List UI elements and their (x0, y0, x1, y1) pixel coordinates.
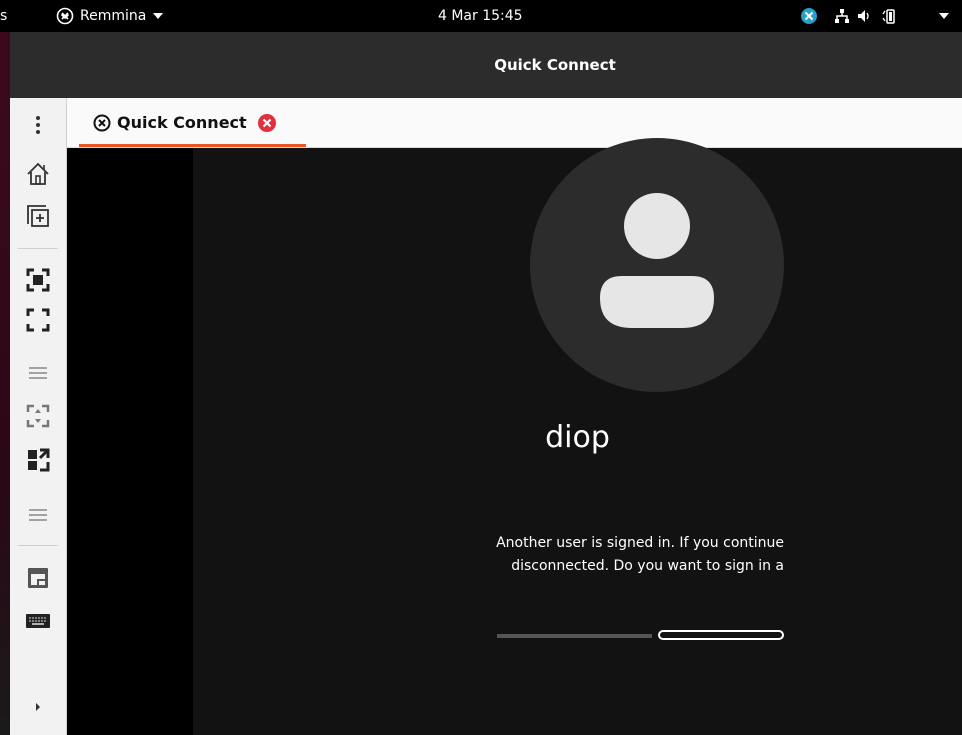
toggle-fullscreen-button[interactable] (10, 262, 66, 298)
remote-button-primary[interactable] (658, 630, 784, 640)
window-title: Quick Connect (494, 56, 616, 74)
tab-label: Quick Connect (117, 113, 247, 132)
fit-window-icon (28, 448, 50, 472)
fullscreen-mode-icon (26, 308, 50, 332)
avatar (530, 138, 784, 392)
switch-tab-icon (28, 568, 48, 588)
remmina-icon (93, 114, 111, 131)
fit-window-button[interactable] (10, 442, 66, 478)
clock[interactable]: 4 Mar 15:45 (438, 0, 523, 32)
remote-desktop-view[interactable]: diop Another user is signed in. If you c… (67, 138, 962, 735)
battery-icon (882, 9, 895, 24)
close-icon (257, 113, 276, 132)
remmina-tray-icon[interactable] (800, 0, 818, 32)
remote-button-secondary[interactable] (497, 634, 652, 638)
home-button[interactable] (10, 156, 66, 192)
menu-icon (29, 367, 47, 379)
menu-icon (29, 509, 47, 521)
scale-icon (26, 404, 50, 428)
clock-label: 4 Mar 15:45 (438, 8, 523, 24)
tab-close-button[interactable] (257, 113, 277, 133)
scaling-options-button[interactable] (10, 502, 66, 528)
switch-tab-button[interactable] (10, 560, 66, 596)
message-line-2: disconnected. Do you want to sign in a (511, 558, 784, 574)
chevron-down-icon (153, 13, 164, 19)
volume-icon (858, 10, 869, 22)
window-titlebar[interactable]: Quick Connect (0, 32, 962, 98)
desktop-background (0, 98, 10, 735)
remmina-status-icon (801, 8, 817, 24)
expand-arrow-icon (36, 703, 40, 711)
keyboard-icon (26, 614, 50, 628)
new-connection-icon (27, 205, 49, 227)
app-menu-label: Remmina (80, 8, 147, 24)
toolbar-menu-button[interactable] (10, 110, 66, 140)
fullscreen-options-button[interactable] (10, 360, 66, 386)
volume-indicator[interactable] (856, 0, 872, 32)
app-menu[interactable]: Remmina (56, 0, 164, 32)
remmina-toolbar (10, 98, 67, 735)
fullscreen-mode-button[interactable] (10, 302, 66, 338)
top-panel: s Remmina 4 Mar 15:45 (0, 0, 962, 32)
username-label: diop (545, 420, 610, 455)
keyboard-grab-button[interactable] (10, 606, 66, 636)
chevron-down-icon (939, 13, 949, 19)
active-tab-indicator (79, 144, 306, 147)
scale-button[interactable] (10, 398, 66, 434)
remmina-icon (56, 7, 74, 25)
toggle-fullscreen-icon (26, 268, 50, 292)
remote-lock-screen: diop Another user is signed in. If you c… (193, 138, 962, 735)
new-connection-button[interactable] (10, 198, 66, 234)
battery-indicator[interactable] (880, 0, 898, 32)
message-line-1: Another user is signed in. If you contin… (496, 535, 784, 551)
toolbar-separator (18, 248, 58, 249)
tab-quick-connect[interactable]: Quick Connect (79, 98, 306, 147)
signin-warning-message: Another user is signed in. If you contin… (443, 532, 784, 578)
network-indicator[interactable] (834, 0, 850, 32)
tab-bar: Quick Connect (67, 98, 962, 148)
toolbar-expand-button[interactable] (10, 692, 66, 722)
network-icon (835, 9, 849, 23)
activities-button[interactable]: s (0, 0, 7, 32)
user-icon (600, 193, 714, 328)
activities-label: s (0, 8, 8, 24)
toolbar-separator (18, 545, 58, 546)
system-menu-button[interactable] (938, 0, 950, 32)
home-icon (27, 162, 49, 185)
kebab-menu-icon (36, 116, 40, 134)
